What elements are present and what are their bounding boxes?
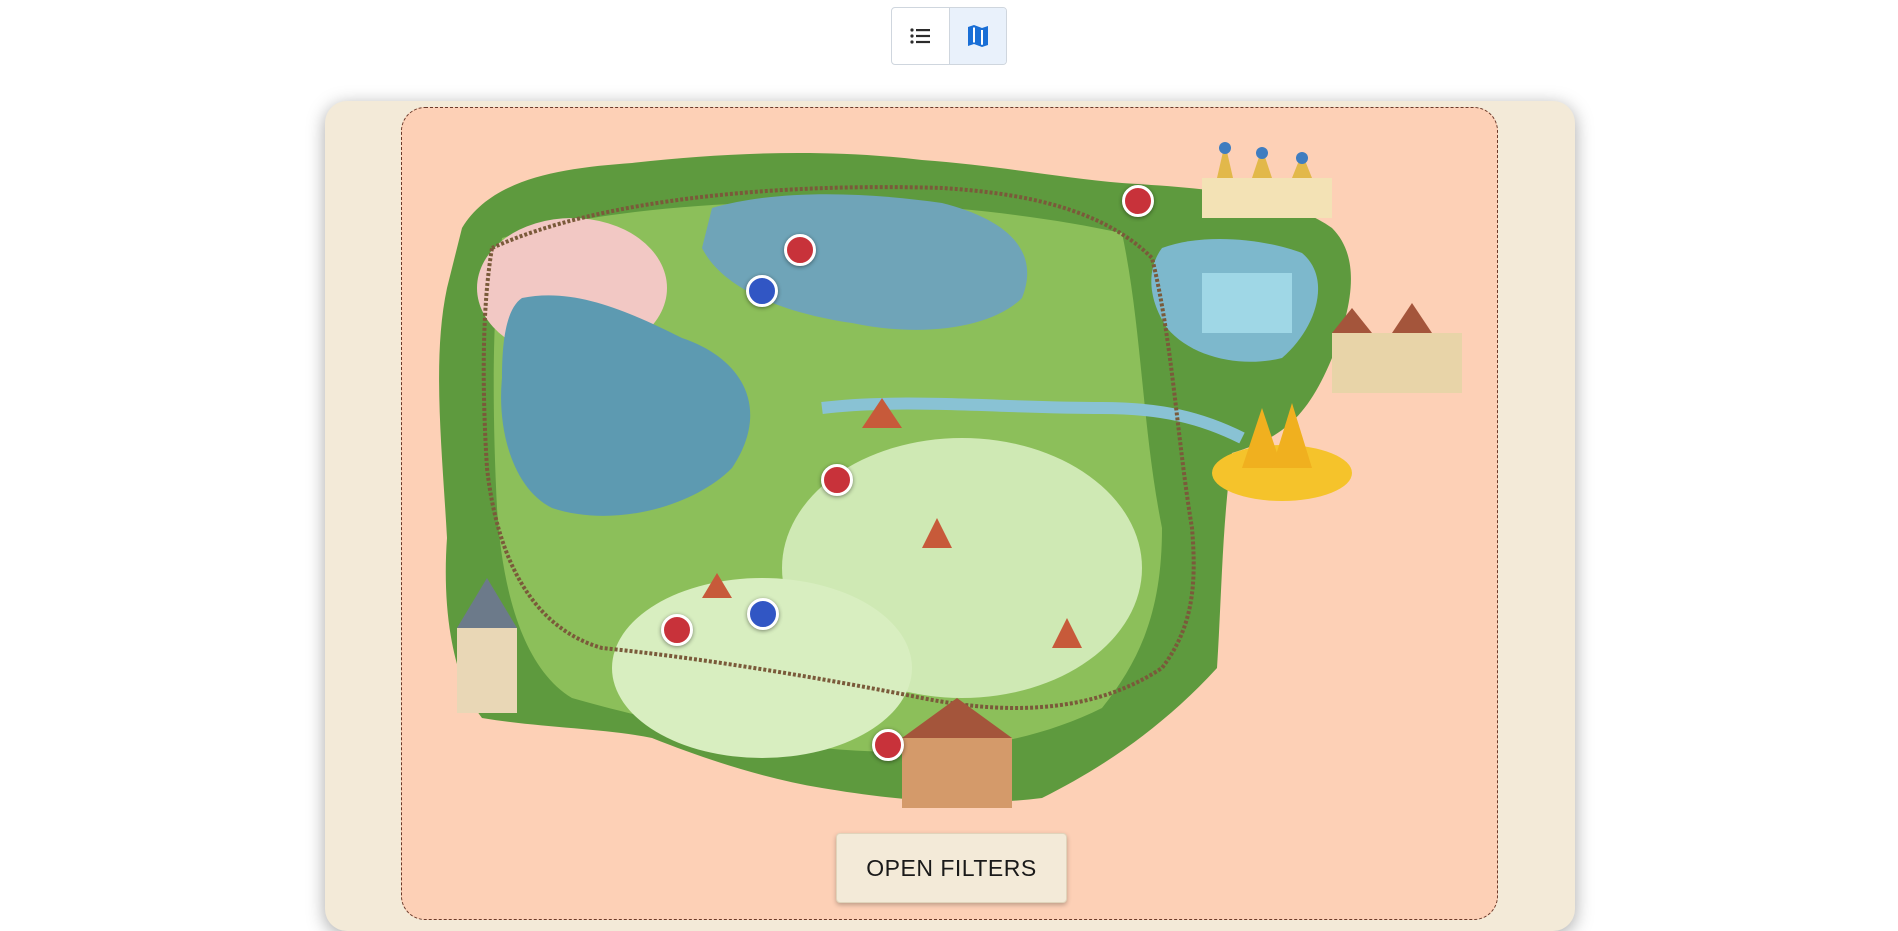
map-marker[interactable] [747,598,779,630]
park-map[interactable] [401,107,1498,920]
castle-illustration [1202,142,1332,218]
map-marker[interactable] [872,729,904,761]
park-map-illustration [439,142,1462,808]
fountain-show [1202,273,1292,333]
map-marker[interactable] [746,275,778,307]
map-marker[interactable] [661,614,693,646]
list-icon [910,28,931,44]
list-view-button[interactable] [892,8,949,64]
east-hotel [1332,303,1462,393]
map-marker[interactable] [1122,185,1154,217]
view-toggle [891,7,1007,65]
map-icon [967,25,988,47]
map-marker[interactable] [821,464,853,496]
map-view-button[interactable] [948,8,1006,64]
map-marker[interactable] [784,234,816,266]
open-filters-button[interactable]: OPEN FILTERS [836,833,1067,903]
